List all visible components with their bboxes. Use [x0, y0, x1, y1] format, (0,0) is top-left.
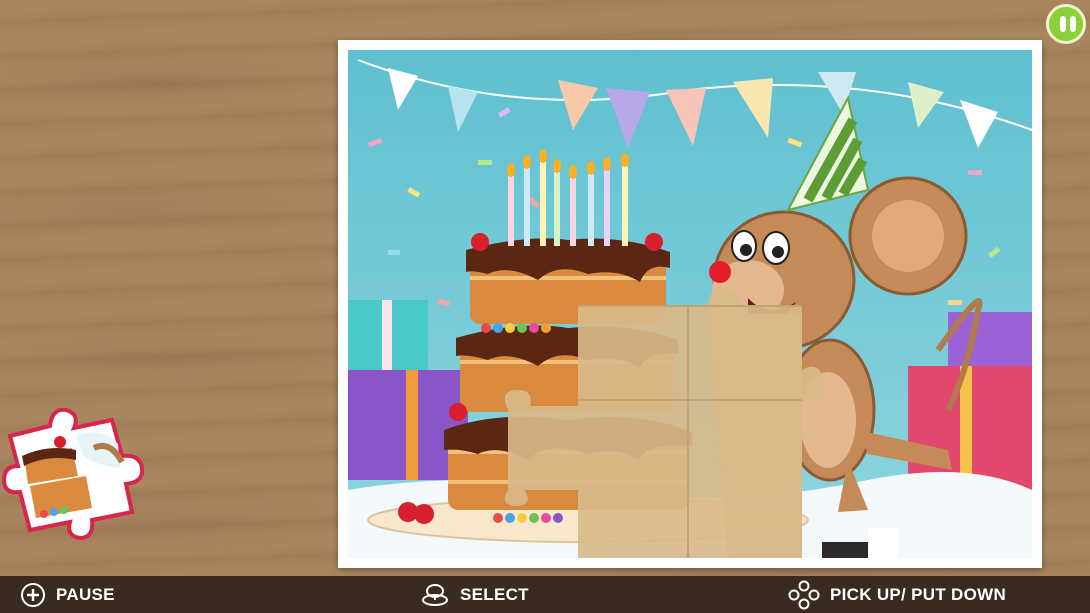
select-hint[interactable]: SELECT — [420, 576, 529, 613]
pause-hint-label: PAUSE — [56, 584, 115, 604]
wood-table — [0, 0, 1090, 576]
pause-button[interactable] — [1046, 4, 1086, 44]
stick-icon — [422, 583, 448, 606]
plus-circle-icon — [21, 582, 45, 607]
pause-icon-bar — [1070, 16, 1076, 32]
puzzle-board[interactable] — [338, 40, 1042, 568]
pause-hint[interactable]: PAUSE — [20, 576, 115, 613]
pickup-hint-label: PICK UP/ PUT DOWN — [830, 584, 1007, 604]
select-hint-label: SELECT — [460, 584, 529, 604]
dpad-buttons-icon — [788, 580, 820, 609]
pickup-hint[interactable]: PICK UP/ PUT DOWN — [788, 576, 1006, 613]
loose-puzzle-piece[interactable] — [0, 396, 150, 541]
puzzle-image — [348, 50, 1032, 558]
pause-icon — [1060, 16, 1066, 32]
controls-bar: PAUSE SELECT PICK UP/ PUT DOWN — [0, 576, 1090, 613]
